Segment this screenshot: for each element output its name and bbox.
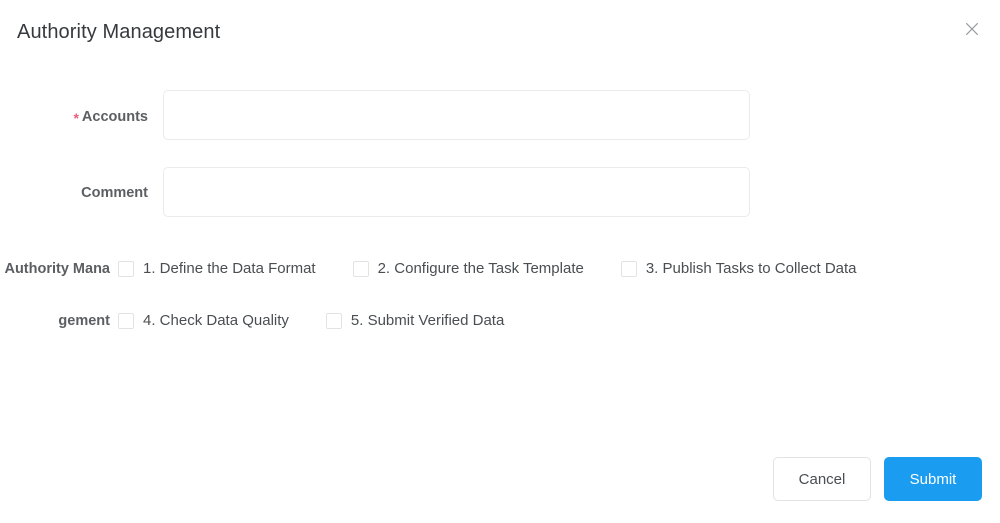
- checkbox-item-1[interactable]: 1. Define the Data Format: [118, 243, 316, 295]
- checkbox-item-4[interactable]: 4. Check Data Quality: [118, 295, 289, 347]
- accounts-label-text: Accounts: [81, 109, 148, 125]
- checkbox-item-5[interactable]: 5. Submit Verified Data: [325, 295, 505, 347]
- page-title: Authority Management: [17, 21, 221, 43]
- accounts-input[interactable]: [163, 90, 750, 140]
- dialog-header: Authority Management: [17, 18, 1000, 54]
- form-row-authority: Authority Management 1. Define the Data …: [0, 243, 1000, 347]
- close-icon[interactable]: [961, 18, 983, 40]
- accounts-control: [148, 90, 1000, 140]
- checkbox-unchecked-icon[interactable]: [352, 261, 369, 277]
- checkbox-unchecked-icon[interactable]: [118, 261, 134, 277]
- authority-label: Authority Management: [4, 261, 110, 329]
- checkbox-item-2[interactable]: 2. Configure the Task Template: [352, 243, 584, 295]
- accounts-label: * Accounts: [0, 90, 148, 143]
- checkbox-label-5: 5. Submit Verified Data: [350, 312, 505, 329]
- comment-label: Comment: [0, 167, 148, 219]
- checkbox-unchecked-icon[interactable]: [620, 261, 637, 277]
- checkbox-label-1: 1. Define the Data Format: [143, 260, 316, 277]
- form-body: * Accounts Comment Authority Management 1…: [0, 90, 1000, 347]
- comment-control: [148, 167, 1000, 217]
- authority-checkbox-group: 1. Define the Data Format 2. Configure t…: [110, 243, 1000, 347]
- required-asterisk: *: [73, 110, 79, 126]
- dialog-footer: Cancel Submit: [773, 457, 982, 501]
- cancel-button[interactable]: Cancel: [773, 457, 871, 501]
- checkbox-item-3[interactable]: 3. Publish Tasks to Collect Data: [620, 243, 857, 295]
- authority-management-dialog: Authority Management * Accounts Comment A…: [0, 0, 1000, 523]
- form-row-accounts: * Accounts: [0, 90, 1000, 143]
- checkbox-label-3: 3. Publish Tasks to Collect Data: [645, 260, 857, 277]
- checkbox-label-4: 4. Check Data Quality: [143, 312, 289, 329]
- comment-label-text: Comment: [81, 185, 148, 201]
- checkbox-unchecked-icon[interactable]: [325, 313, 342, 329]
- checkbox-label-2: 2. Configure the Task Template: [377, 260, 584, 277]
- submit-button[interactable]: Submit: [884, 457, 982, 501]
- checkbox-unchecked-icon[interactable]: [118, 313, 134, 329]
- comment-input[interactable]: [163, 167, 750, 217]
- form-row-comment: Comment: [0, 167, 1000, 219]
